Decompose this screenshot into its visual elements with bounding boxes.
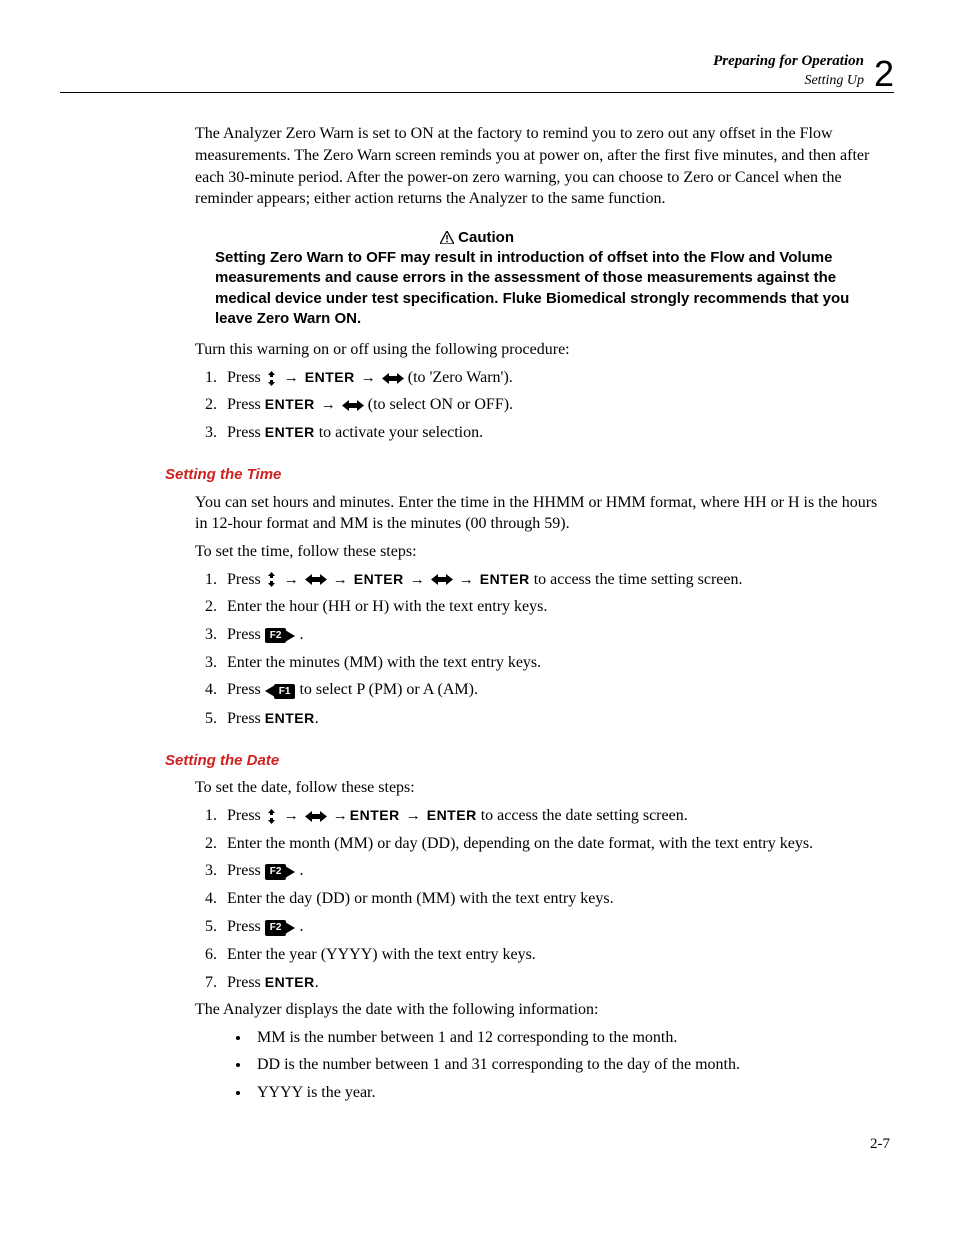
enter-key: ENTER xyxy=(350,807,400,823)
page-number: 2-7 xyxy=(60,1134,890,1154)
left-right-key-icon xyxy=(431,574,453,585)
enter-key: ENTER xyxy=(305,369,355,385)
enter-key: ENTER xyxy=(265,424,315,440)
setup-key-icon xyxy=(265,371,278,386)
enter-key: ENTER xyxy=(265,974,315,990)
step-item: Press F2 . xyxy=(221,916,884,938)
step-item: Press F2 . xyxy=(221,624,884,646)
caution-body: Setting Zero Warn to OFF may result in i… xyxy=(215,248,854,329)
f1-key-icon: F1 xyxy=(265,680,296,702)
arrow-icon: → xyxy=(282,571,301,588)
step-item: Press → ENTER → (to 'Zero Warn'). xyxy=(221,367,884,389)
f2-key-icon: F2 xyxy=(265,861,296,883)
f2-key-icon: F2 xyxy=(265,624,296,646)
section-heading-time: Setting the Time xyxy=(165,465,894,485)
arrow-icon: → xyxy=(282,369,301,386)
date-tail: The Analyzer displays the date with the … xyxy=(195,999,884,1021)
arrow-icon: → xyxy=(408,571,427,588)
arrow-icon: → xyxy=(404,807,423,824)
arrow-icon: → xyxy=(359,369,378,386)
bullet-item: DD is the number between 1 and 31 corres… xyxy=(251,1054,884,1076)
left-right-key-icon xyxy=(382,373,404,384)
arrow-icon: → xyxy=(282,807,301,824)
step-item: Press → → ENTER → → ENTER to access the … xyxy=(221,569,884,591)
section-heading-date: Setting the Date xyxy=(165,751,894,771)
step-item: Press ENTER. xyxy=(221,972,884,994)
step-item: Press → →ENTER → ENTER to access the dat… xyxy=(221,805,884,827)
intro-paragraph: The Analyzer Zero Warn is set to ON at t… xyxy=(195,123,884,209)
time-steps: Press → → ENTER → → ENTER to access the … xyxy=(195,569,884,730)
enter-key: ENTER xyxy=(354,571,404,587)
arrow-icon: → xyxy=(331,571,350,588)
step-item: Press F1 to select P (PM) or A (AM). xyxy=(221,679,884,701)
step-item: Press ENTER → (to select ON or OFF). xyxy=(221,394,884,416)
setup-key-icon xyxy=(265,572,278,587)
date-steps: Press → →ENTER → ENTER to access the dat… xyxy=(195,805,884,993)
left-right-key-icon xyxy=(305,811,327,822)
caution-heading: Caution xyxy=(60,228,894,248)
step-item: Enter the year (YYYY) with the text entr… xyxy=(221,944,884,966)
enter-key: ENTER xyxy=(265,396,315,412)
bullet-item: YYYY is the year. xyxy=(251,1082,884,1104)
page-header: Preparing for Operation Setting Up 2 xyxy=(60,50,894,93)
step-item: Press ENTER to activate your selection. xyxy=(221,422,884,444)
date-lead: To set the date, follow these steps: xyxy=(195,777,884,799)
chapter-number: 2 xyxy=(874,58,894,90)
time-lead: To set the time, follow these steps: xyxy=(195,541,884,563)
left-right-key-icon xyxy=(342,400,364,411)
date-bullets: MM is the number between 1 and 12 corres… xyxy=(225,1027,884,1104)
step-item: Press ENTER. xyxy=(221,708,884,730)
caution-label: Caution xyxy=(458,229,514,246)
setup-key-icon xyxy=(265,809,278,824)
arrow-icon: → xyxy=(457,571,476,588)
procedure-lead: Turn this warning on or off using the fo… xyxy=(195,339,884,361)
step-item: Enter the minutes (MM) with the text ent… xyxy=(221,652,884,674)
header-subtitle: Setting Up xyxy=(713,72,864,91)
time-intro: You can set hours and minutes. Enter the… xyxy=(195,492,884,535)
bullet-item: MM is the number between 1 and 12 corres… xyxy=(251,1027,884,1049)
enter-key: ENTER xyxy=(480,571,530,587)
step-item: Press F2 . xyxy=(221,860,884,882)
enter-key: ENTER xyxy=(265,710,315,726)
enter-key: ENTER xyxy=(427,807,477,823)
warning-icon xyxy=(440,231,454,244)
arrow-icon: → xyxy=(319,396,338,413)
arrow-icon: → xyxy=(331,807,350,824)
step-item: Enter the day (DD) or month (MM) with th… xyxy=(221,888,884,910)
header-title: Preparing for Operation xyxy=(713,51,864,71)
left-right-key-icon xyxy=(305,574,327,585)
f2-key-icon: F2 xyxy=(265,916,296,938)
zero-warn-steps: Press → ENTER → (to 'Zero Warn'). Press … xyxy=(195,367,884,444)
step-item: Enter the month (MM) or day (DD), depend… xyxy=(221,833,884,855)
step-item: Enter the hour (HH or H) with the text e… xyxy=(221,596,884,618)
